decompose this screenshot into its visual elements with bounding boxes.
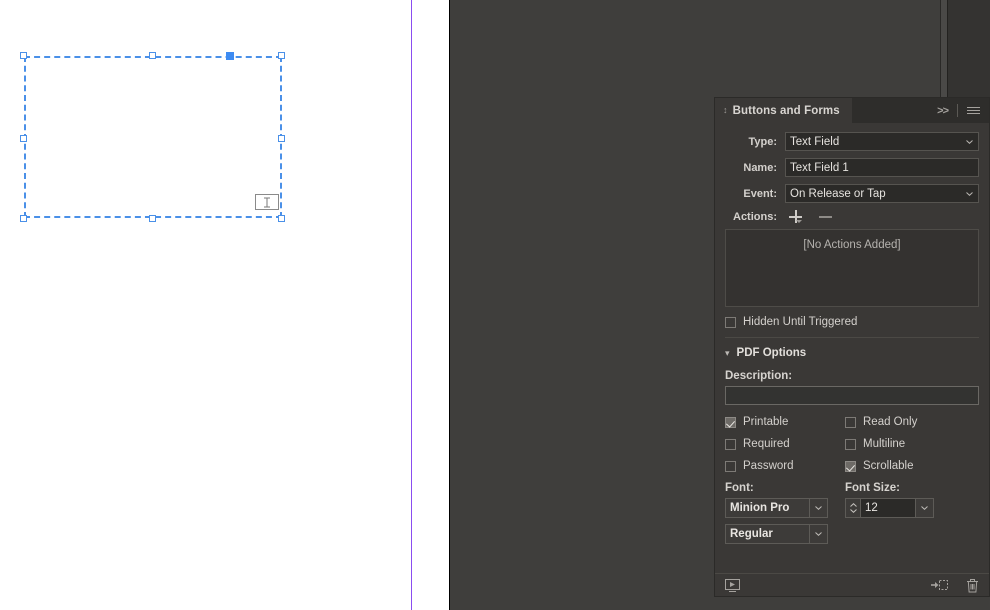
name-label: Name:	[743, 161, 777, 174]
checkbox-row-printable[interactable]: Printable	[725, 416, 845, 428]
preview-spread-icon[interactable]	[725, 578, 740, 592]
panel-body: Type: Text Field Name: Text Field 1 Even…	[715, 123, 989, 573]
printable-label: Printable	[743, 416, 789, 428]
chevron-down-icon	[966, 139, 973, 144]
panel-tab-controls: >>	[933, 98, 989, 123]
pdf-options-title: PDF Options	[736, 347, 807, 359]
type-row: Type: Text Field	[725, 132, 979, 151]
scrollable-label: Scrollable	[863, 460, 914, 472]
panel-title: Buttons and Forms	[732, 104, 840, 117]
document-page[interactable]	[0, 0, 450, 610]
font-style-row: Regular	[725, 524, 979, 544]
required-label: Required	[743, 438, 790, 450]
font-size-label: Font Size:	[845, 482, 900, 494]
selected-text-field[interactable]	[20, 52, 285, 222]
chevron-down-icon	[966, 191, 973, 196]
handle-middle-right[interactable]	[278, 135, 285, 142]
font-family-row: Minion Pro 12	[725, 498, 979, 518]
checkbox-row-required[interactable]: Required	[725, 438, 845, 450]
expand-panel-icon[interactable]: >>	[937, 105, 949, 117]
app-root: ↕ Buttons and Forms >> Type: Text Field	[0, 0, 990, 610]
handle-top-right[interactable]	[278, 52, 285, 59]
read-only-label: Read Only	[863, 416, 918, 428]
text-field-cursor-icon	[255, 194, 279, 210]
handle-bottom-right[interactable]	[278, 215, 285, 222]
type-value: Text Field	[790, 135, 840, 148]
dock-strip-secondary[interactable]	[948, 0, 990, 98]
panel-footer-actions	[931, 578, 979, 593]
remove-action-button[interactable]	[819, 216, 832, 218]
section-divider	[725, 337, 979, 338]
convert-to-object-icon[interactable]	[931, 578, 948, 592]
chevron-down-icon[interactable]	[809, 499, 827, 517]
selection-dashed-outline	[24, 56, 282, 218]
password-label: Password	[743, 460, 794, 472]
pdf-options-disclosure[interactable]: ▾ PDF Options	[725, 347, 979, 359]
handle-bottom-left[interactable]	[20, 215, 27, 222]
font-family-select[interactable]: Minion Pro	[725, 498, 828, 518]
font-size-input[interactable]: 12	[860, 498, 916, 518]
printable-checkbox[interactable]	[725, 416, 736, 428]
checkbox-row-scrollable[interactable]: Scrollable	[845, 460, 979, 472]
event-value: On Release or Tap	[790, 187, 886, 200]
checkbox-row-multiline[interactable]: Multiline	[845, 438, 979, 450]
dock-strip[interactable]	[940, 0, 948, 98]
font-style-select[interactable]: Regular	[725, 524, 828, 544]
collapse-arrows-icon[interactable]: ↕	[723, 106, 728, 115]
checkbox-row-read-only[interactable]: Read Only	[845, 416, 979, 428]
name-value: Text Field 1	[790, 161, 849, 174]
handle-top-left[interactable]	[20, 52, 27, 59]
type-label: Type:	[748, 135, 777, 148]
panel-tab-bar: ↕ Buttons and Forms >>	[715, 98, 989, 123]
font-size-value: 12	[865, 502, 878, 514]
checkbox-row-password[interactable]: Password	[725, 460, 845, 472]
multiline-checkbox[interactable]	[845, 438, 856, 450]
hidden-until-triggered-checkbox[interactable]	[725, 316, 736, 328]
font-size-stepper[interactable]: 12	[845, 498, 934, 518]
font-headers: Font: Font Size:	[725, 482, 979, 494]
tab-bar-divider	[957, 104, 958, 117]
scrollable-checkbox[interactable]	[845, 460, 856, 472]
margin-guide	[411, 0, 412, 610]
name-input[interactable]: Text Field 1	[785, 158, 979, 177]
hidden-until-triggered-label: Hidden Until Triggered	[743, 316, 858, 328]
chevron-down-icon[interactable]	[809, 525, 827, 543]
panel-menu-icon[interactable]	[967, 107, 980, 114]
actions-list[interactable]: [No Actions Added]	[725, 229, 979, 307]
hidden-until-triggered-row[interactable]: Hidden Until Triggered	[725, 316, 979, 328]
font-label: Font:	[725, 482, 754, 494]
actions-buttons	[785, 210, 832, 224]
required-checkbox[interactable]	[725, 438, 736, 450]
event-label: Event:	[743, 187, 777, 200]
description-input[interactable]	[725, 386, 979, 405]
actions-row: Actions:	[725, 210, 979, 224]
type-select[interactable]: Text Field	[785, 132, 979, 151]
font-size-dropdown-button[interactable]	[916, 498, 934, 518]
font-style-value: Regular	[730, 528, 773, 540]
multiline-label: Multiline	[863, 438, 906, 450]
actions-empty-message: [No Actions Added]	[803, 239, 901, 251]
trash-icon[interactable]	[966, 578, 979, 593]
handle-top-right-active[interactable]	[226, 52, 234, 60]
buttons-and-forms-panel: ↕ Buttons and Forms >> Type: Text Field	[714, 97, 990, 597]
name-row: Name: Text Field 1	[725, 158, 979, 177]
font-size-spin-buttons[interactable]	[845, 498, 860, 518]
handle-bottom-center[interactable]	[149, 215, 156, 222]
handle-middle-left[interactable]	[20, 135, 27, 142]
chevron-down-icon[interactable]: ▾	[725, 348, 730, 358]
read-only-checkbox[interactable]	[845, 416, 856, 428]
add-action-button[interactable]	[789, 210, 803, 224]
event-row: Event: On Release or Tap	[725, 184, 979, 203]
password-checkbox[interactable]	[725, 460, 736, 472]
event-select[interactable]: On Release or Tap	[785, 184, 979, 203]
font-family-value: Minion Pro	[730, 502, 790, 514]
tab-buttons-and-forms[interactable]: ↕ Buttons and Forms	[715, 98, 852, 123]
tab-bar-spacer	[851, 98, 934, 123]
actions-label: Actions:	[733, 211, 777, 223]
description-label: Description:	[725, 370, 793, 382]
handle-top-center[interactable]	[149, 52, 156, 59]
panel-footer	[715, 573, 989, 596]
pdf-options-checkbox-grid: Printable Read Only Required Multiline P…	[725, 416, 979, 472]
